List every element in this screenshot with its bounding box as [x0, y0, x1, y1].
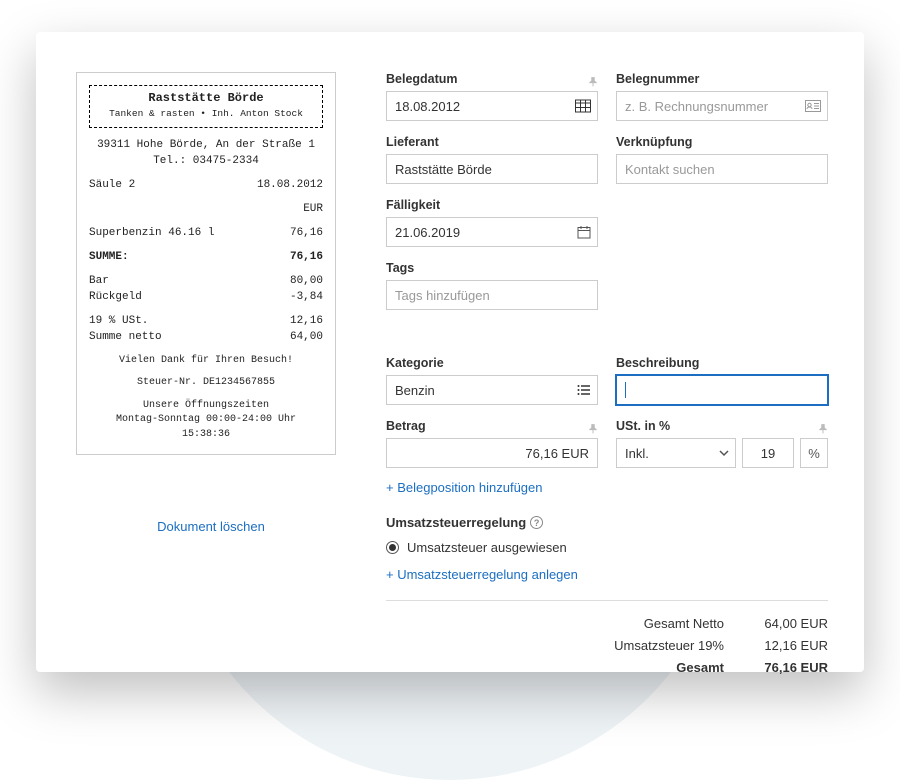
field-amount: Betrag: [386, 419, 598, 468]
pin-icon: [818, 424, 828, 434]
input-tags[interactable]: [386, 280, 598, 310]
add-vat-rule-link[interactable]: + Umsatzsteuerregelung anlegen: [386, 567, 828, 582]
receipt-date: 18.08.2012: [257, 178, 323, 194]
add-position-link[interactable]: + Belegposition hinzufügen: [386, 480, 828, 495]
receipt-change-row: Rückgeld -3,84: [89, 290, 323, 306]
input-link[interactable]: [616, 154, 828, 184]
receipt-hours-line: Montag-Sonntag 00:00-24:00 Uhr: [89, 413, 323, 428]
pin-icon: [588, 77, 598, 87]
label-tags: Tags: [386, 261, 598, 275]
receipt-net-row: Summe netto 64,00: [89, 330, 323, 346]
receipt-form-card: Raststätte Börde Tanken & rasten • Inh. …: [36, 32, 864, 672]
label-supplier: Lieferant: [386, 135, 598, 149]
text-cursor: [625, 382, 626, 398]
receipt-currency: EUR: [303, 202, 323, 218]
field-link: Verknüpfung: [616, 135, 828, 184]
field-supplier: Lieferant: [386, 135, 598, 184]
total-vat-label: Umsatzsteuer 19%: [584, 635, 724, 657]
calendar-icon[interactable]: [571, 225, 597, 239]
field-category: Kategorie: [386, 356, 598, 405]
receipt-thanks: Vielen Dank für Ihren Besuch!: [89, 354, 323, 369]
receipt-cash-row: Bar 80,00: [89, 274, 323, 290]
label-link: Verknüpfung: [616, 135, 828, 149]
field-vat: USt. in % Inkl. %: [616, 419, 828, 468]
field-doc-number: Belegnummer: [616, 72, 828, 121]
vat-rule-section: Umsatzsteuerregelung ? Umsatzsteuer ausg…: [386, 515, 828, 582]
label-category: Kategorie: [386, 356, 598, 370]
receipt-header: Raststätte Börde Tanken & rasten • Inh. …: [89, 85, 323, 128]
receipt-title: Raststätte Börde: [94, 90, 318, 107]
calendar-grid-icon[interactable]: [569, 99, 597, 113]
input-vat-rate[interactable]: [742, 438, 794, 468]
input-category[interactable]: [386, 375, 598, 405]
receipt-image: Raststätte Börde Tanken & rasten • Inh. …: [76, 72, 336, 455]
help-icon[interactable]: ?: [530, 516, 543, 529]
field-due: Fälligkeit: [386, 198, 598, 247]
receipt-hours-title: Unsere Öffnungszeiten: [89, 399, 323, 414]
list-icon[interactable]: [571, 384, 597, 396]
vat-rule-radio[interactable]: Umsatzsteuer ausgewiesen: [386, 540, 828, 555]
input-amount[interactable]: [386, 438, 598, 468]
label-vat: USt. in %: [616, 419, 670, 433]
vat-percent-symbol: %: [800, 438, 828, 468]
pin-icon: [588, 424, 598, 434]
input-due[interactable]: [386, 217, 598, 247]
vat-rule-option-label: Umsatzsteuer ausgewiesen: [407, 540, 567, 555]
select-vat-type[interactable]: Inkl.: [616, 438, 736, 468]
total-gross-value: 76,16 EUR: [748, 657, 828, 679]
input-doc-date[interactable]: [386, 91, 598, 121]
delete-document-link[interactable]: Dokument löschen: [76, 519, 346, 534]
field-spacer-2: [616, 261, 828, 310]
receipt-address2: Tel.: 03475-2334: [89, 154, 323, 170]
receipt-vat-row: 19 % USt. 12,16: [89, 314, 323, 330]
total-net-label: Gesamt Netto: [584, 613, 724, 635]
field-spacer: [616, 198, 828, 247]
label-description: Beschreibung: [616, 356, 828, 370]
field-doc-date: Belegdatum: [386, 72, 598, 121]
receipt-fuel-row: Superbenzin 46.16 l 76,16: [89, 226, 323, 242]
receipt-subtitle: Tanken & rasten • Inh. Anton Stock: [94, 107, 318, 121]
receipt-pump-row: Säule 2 18.08.2012: [89, 178, 323, 194]
input-supplier[interactable]: [386, 154, 598, 184]
label-doc-number: Belegnummer: [616, 72, 828, 86]
receipt-pump: Säule 2: [89, 178, 135, 194]
total-vat-value: 12,16 EUR: [748, 635, 828, 657]
receipt-taxno: Steuer-Nr. DE1234567855: [89, 376, 323, 391]
receipt-address1: 39311 Hohe Börde, An der Straße 1: [89, 138, 323, 154]
radio-selected-icon: [386, 541, 399, 554]
label-amount: Betrag: [386, 419, 426, 433]
input-doc-number[interactable]: [616, 91, 828, 121]
caret-down-icon: [713, 448, 735, 458]
id-card-icon: [799, 100, 827, 112]
vat-rule-title: Umsatzsteuerregelung: [386, 515, 526, 530]
form-column: Belegdatum Belegnummer: [376, 32, 864, 672]
label-doc-date: Belegdatum: [386, 72, 458, 86]
field-description: Beschreibung: [616, 356, 828, 405]
total-gross-label: Gesamt: [584, 657, 724, 679]
receipt-time: 15:38:36: [89, 428, 323, 443]
receipt-currency-row: EUR: [89, 202, 323, 218]
receipt-preview-column: Raststätte Börde Tanken & rasten • Inh. …: [36, 32, 376, 672]
label-due: Fälligkeit: [386, 198, 598, 212]
input-description[interactable]: [616, 375, 828, 405]
total-net-value: 64,00 EUR: [748, 613, 828, 635]
totals-section: Gesamt Netto 64,00 EUR Umsatzsteuer 19% …: [386, 600, 828, 679]
receipt-sum-row: SUMME: 76,16: [89, 250, 323, 266]
field-tags: Tags: [386, 261, 598, 310]
